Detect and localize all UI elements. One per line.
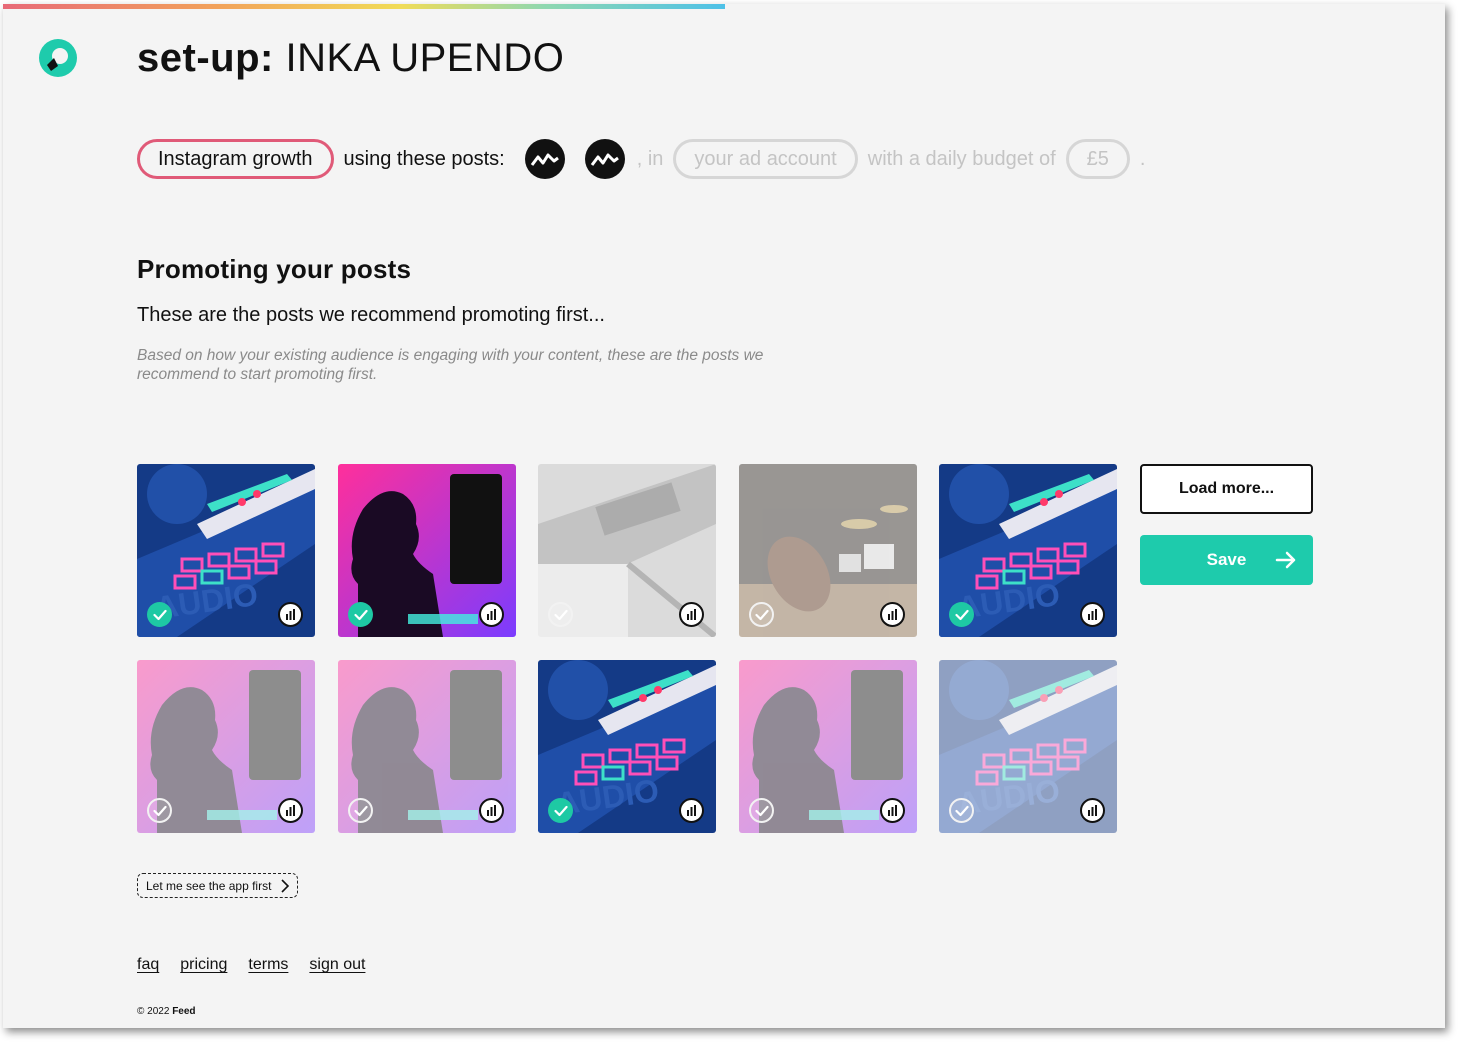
- skip-setup-link[interactable]: Let me see the app first: [137, 873, 299, 898]
- page-title: set-up: INKA UPENDO: [137, 34, 564, 82]
- checkmark-icon[interactable]: [548, 602, 573, 627]
- title-prefix: set-up:: [137, 36, 274, 80]
- campaign-summary: Instagram growth using these posts: , in…: [137, 138, 1155, 180]
- title-artist-name: INKA UPENDO: [285, 36, 565, 80]
- checkmark-icon[interactable]: [548, 798, 573, 823]
- post-tile[interactable]: AUDIO: [137, 464, 315, 637]
- post-tile[interactable]: [338, 464, 516, 637]
- checkmark-icon[interactable]: [147, 798, 172, 823]
- post-tile[interactable]: [338, 660, 516, 833]
- post-tile[interactable]: AUDIO: [939, 660, 1117, 833]
- save-button-label: Save: [1206, 550, 1247, 569]
- bar-chart-icon[interactable]: [479, 602, 504, 627]
- save-button[interactable]: Save: [1140, 535, 1313, 585]
- footer-link-faq[interactable]: faq: [137, 956, 159, 974]
- checkmark-icon[interactable]: [147, 602, 172, 627]
- post-tile[interactable]: [739, 464, 917, 637]
- load-more-button[interactable]: Load more...: [1140, 464, 1313, 514]
- bar-chart-icon[interactable]: [880, 602, 905, 627]
- post-tile[interactable]: AUDIO: [538, 660, 716, 833]
- goal-pill[interactable]: Instagram growth: [137, 139, 334, 179]
- budget-label: with a daily budget of: [867, 147, 1056, 170]
- arrow-right-icon: [1275, 551, 1296, 569]
- bar-chart-icon[interactable]: [479, 798, 504, 823]
- in-label: , in: [636, 147, 664, 170]
- footer-link-terms[interactable]: terms: [248, 956, 288, 974]
- checkmark-icon[interactable]: [949, 602, 974, 627]
- checkmark-icon[interactable]: [949, 798, 974, 823]
- section-title: Promoting your posts: [137, 254, 412, 284]
- selected-posts-icon[interactable]: [584, 139, 625, 179]
- footer-links: faq pricing terms sign out: [137, 956, 365, 974]
- post-tile[interactable]: [137, 660, 315, 833]
- post-tile[interactable]: [538, 464, 716, 637]
- bar-chart-icon[interactable]: [278, 798, 303, 823]
- bar-chart-icon[interactable]: [278, 602, 303, 627]
- skip-setup-label: Let me see the app first: [146, 878, 272, 893]
- section-description: Based on how your existing audience is e…: [137, 347, 764, 383]
- copyright: © 2022 Feed: [137, 1006, 196, 1017]
- summary-end: .: [1139, 147, 1146, 170]
- app-window: set-up: INKA UPENDO Instagram growth usi…: [3, 4, 1445, 1028]
- post-tile[interactable]: [739, 660, 917, 833]
- section-subtitle: These are the posts we recommend promoti…: [137, 304, 605, 326]
- chevron-right-icon: [281, 879, 290, 893]
- progress-bar: [3, 4, 725, 9]
- budget-pill[interactable]: £5: [1065, 139, 1130, 179]
- bar-chart-icon[interactable]: [1080, 798, 1105, 823]
- footer-link-pricing[interactable]: pricing: [180, 956, 227, 974]
- bar-chart-icon[interactable]: [1080, 602, 1105, 627]
- bar-chart-icon[interactable]: [679, 602, 704, 627]
- selected-posts-icon[interactable]: [524, 139, 565, 179]
- copyright-year: © 2022: [137, 1006, 170, 1017]
- footer-link-sign-out[interactable]: sign out: [309, 956, 365, 974]
- bar-chart-icon[interactable]: [679, 798, 704, 823]
- checkmark-icon[interactable]: [348, 798, 373, 823]
- posts-label: using these posts:: [343, 147, 505, 170]
- copyright-brand: Feed: [172, 1006, 196, 1017]
- feed-logo: [39, 39, 77, 77]
- bar-chart-icon[interactable]: [880, 798, 905, 823]
- checkmark-icon[interactable]: [749, 798, 774, 823]
- post-tile[interactable]: AUDIO: [939, 464, 1117, 637]
- checkmark-icon[interactable]: [749, 602, 774, 627]
- checkmark-icon[interactable]: [348, 602, 373, 627]
- ad-account-pill[interactable]: your ad account: [673, 139, 858, 179]
